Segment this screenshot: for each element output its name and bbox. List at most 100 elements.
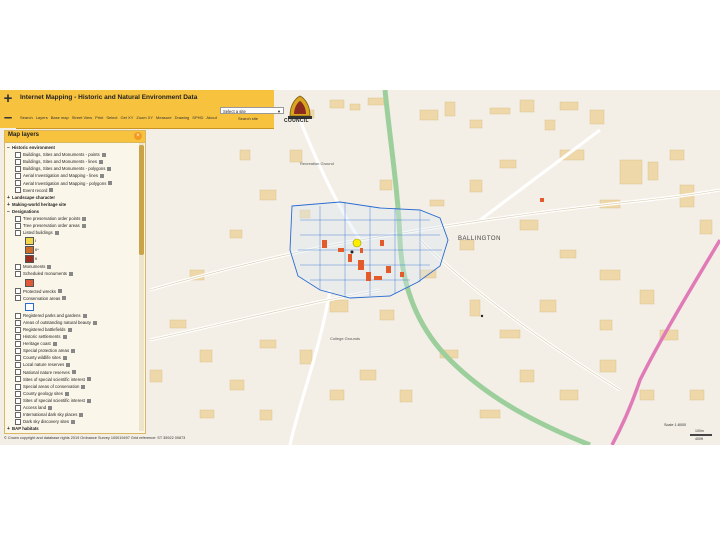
layer-item[interactable]: Heritage coast bbox=[15, 340, 57, 347]
layer-checkbox[interactable] bbox=[15, 187, 21, 194]
layer-item[interactable]: Access land bbox=[15, 404, 53, 411]
layer-checkbox[interactable] bbox=[15, 404, 21, 411]
layer-info-icon[interactable] bbox=[107, 167, 112, 172]
layer-info-icon[interactable] bbox=[49, 188, 54, 193]
layer-checkbox[interactable] bbox=[15, 312, 21, 319]
layer-info-icon[interactable] bbox=[81, 223, 86, 228]
tool-zoom-xy[interactable]: Zoom XY bbox=[136, 115, 153, 120]
tool-street-view[interactable]: Street View bbox=[72, 115, 92, 120]
layer-checkbox[interactable] bbox=[15, 348, 21, 355]
layer-item[interactable]: Conservation areas bbox=[15, 295, 67, 302]
search-site-button[interactable]: Search site bbox=[238, 116, 258, 121]
layer-item[interactable]: Monuments bbox=[15, 263, 52, 271]
layer-info-icon[interactable] bbox=[57, 289, 62, 294]
layer-info-icon[interactable] bbox=[66, 363, 71, 368]
layer-item[interactable]: Buildings, Sites and Monuments - polygon… bbox=[15, 165, 112, 173]
layer-item[interactable]: Buildings, Sites and Monuments - lines bbox=[15, 158, 104, 166]
layer-info-icon[interactable] bbox=[62, 334, 67, 339]
layer-info-icon[interactable] bbox=[64, 391, 69, 396]
site-select-dropdown[interactable]: Select a site ▼ bbox=[220, 107, 284, 114]
tool-base-map[interactable]: Base map bbox=[51, 115, 69, 120]
layer-info-icon[interactable] bbox=[100, 174, 105, 179]
layer-group[interactable]: + Landscape character bbox=[7, 194, 55, 201]
layer-info-icon[interactable] bbox=[82, 313, 87, 318]
layer-checkbox[interactable] bbox=[15, 419, 21, 426]
layer-info-icon[interactable] bbox=[62, 356, 67, 361]
tool-sphd[interactable]: SPHD bbox=[192, 115, 203, 120]
tool-measure[interactable]: Measure bbox=[156, 115, 172, 120]
layer-item[interactable]: Scheduled monuments bbox=[15, 270, 73, 278]
layer-checkbox[interactable] bbox=[15, 215, 21, 222]
layer-info-icon[interactable] bbox=[71, 370, 76, 375]
layer-item[interactable]: Historic settlements bbox=[15, 333, 67, 340]
tool-about[interactable]: About bbox=[206, 115, 216, 120]
layer-group[interactable]: + BAP habitats bbox=[7, 425, 39, 432]
layer-info-icon[interactable] bbox=[62, 296, 67, 301]
layer-item[interactable]: Tree preservation order areas bbox=[15, 222, 86, 229]
tool-print[interactable]: Print bbox=[95, 115, 103, 120]
layer-item[interactable]: Registered parks and gardens bbox=[15, 312, 87, 319]
layer-checkbox[interactable] bbox=[15, 333, 21, 340]
layer-checkbox[interactable] bbox=[15, 230, 21, 237]
layer-item[interactable]: County wildlife sites bbox=[15, 354, 67, 362]
layer-checkbox[interactable] bbox=[15, 264, 21, 271]
layer-item[interactable]: National nature reserves bbox=[15, 369, 76, 376]
layer-info-icon[interactable] bbox=[86, 377, 91, 382]
layer-info-icon[interactable] bbox=[71, 349, 76, 354]
layer-item[interactable]: Buildings, Sites and Monuments - points bbox=[15, 151, 106, 158]
layer-checkbox[interactable] bbox=[15, 369, 21, 376]
layer-checkbox[interactable] bbox=[15, 376, 21, 383]
layer-item[interactable]: County geology sites bbox=[15, 390, 69, 397]
layer-info-icon[interactable] bbox=[54, 231, 59, 236]
layer-item[interactable]: Special areas of conservation bbox=[15, 383, 86, 390]
layer-checkbox[interactable] bbox=[15, 222, 21, 229]
tool-get-xy[interactable]: Get XY bbox=[120, 115, 133, 120]
layer-item[interactable]: Protected wrecks bbox=[15, 288, 62, 295]
layer-info-icon[interactable] bbox=[67, 327, 72, 332]
layers-scrollbar[interactable] bbox=[139, 143, 144, 431]
layer-info-icon[interactable] bbox=[81, 384, 86, 389]
layer-checkbox[interactable] bbox=[15, 166, 21, 173]
layer-info-icon[interactable] bbox=[48, 405, 53, 410]
layer-info-icon[interactable] bbox=[108, 181, 113, 186]
layer-checkbox[interactable] bbox=[15, 180, 21, 187]
layer-checkbox[interactable] bbox=[15, 383, 21, 390]
tool-layers[interactable]: Layers bbox=[36, 115, 48, 120]
layer-info-icon[interactable] bbox=[92, 320, 97, 325]
layer-item[interactable]: Listed buildings bbox=[15, 229, 59, 237]
layer-info-icon[interactable] bbox=[79, 412, 84, 417]
tool-search[interactable]: Search bbox=[20, 115, 33, 120]
layer-info-icon[interactable] bbox=[68, 272, 73, 277]
layer-item[interactable]: Sites of special scientific interest bbox=[15, 397, 91, 404]
layer-item[interactable]: Aerial Investigation and Mapping - polyg… bbox=[15, 180, 113, 187]
layer-info-icon[interactable] bbox=[52, 341, 57, 346]
layer-info-icon[interactable] bbox=[47, 265, 52, 270]
layer-checkbox[interactable] bbox=[15, 271, 21, 278]
layer-checkbox[interactable] bbox=[15, 173, 21, 180]
zoom-in-button[interactable]: + bbox=[0, 90, 16, 109]
layer-checkbox[interactable] bbox=[15, 362, 21, 369]
layer-item[interactable]: Sites of special scientific interest bbox=[15, 376, 91, 383]
layer-item[interactable]: Registered battlefields bbox=[15, 326, 72, 333]
close-icon[interactable]: × bbox=[134, 132, 142, 140]
layer-item[interactable]: Areas of outstanding natural beauty bbox=[15, 319, 97, 326]
layer-checkbox[interactable] bbox=[15, 288, 21, 295]
layer-group[interactable]: + Making-world heritage site bbox=[7, 201, 66, 208]
layer-item[interactable]: Aerial Investigation and Mapping - lines bbox=[15, 172, 105, 180]
layer-info-icon[interactable] bbox=[86, 398, 91, 403]
layer-item[interactable]: Special protection areas bbox=[15, 347, 76, 355]
layer-checkbox[interactable] bbox=[15, 295, 21, 302]
layer-checkbox[interactable] bbox=[15, 411, 21, 418]
tool-select[interactable]: Select bbox=[106, 115, 117, 120]
layer-item[interactable]: Tree preservation order points bbox=[15, 215, 87, 222]
layer-group[interactable]: +Land cover bbox=[7, 432, 35, 433]
scrollbar-thumb[interactable] bbox=[139, 145, 144, 255]
layer-checkbox[interactable] bbox=[15, 151, 21, 158]
layer-item[interactable]: International dark sky places bbox=[15, 411, 84, 418]
layer-group[interactable]: − Historic environment bbox=[7, 144, 55, 151]
layer-checkbox[interactable] bbox=[15, 355, 21, 362]
layer-item[interactable]: Local nature reserves bbox=[15, 361, 71, 369]
layer-checkbox[interactable] bbox=[15, 340, 21, 347]
layer-checkbox[interactable] bbox=[15, 397, 21, 404]
layer-checkbox[interactable] bbox=[15, 390, 21, 397]
